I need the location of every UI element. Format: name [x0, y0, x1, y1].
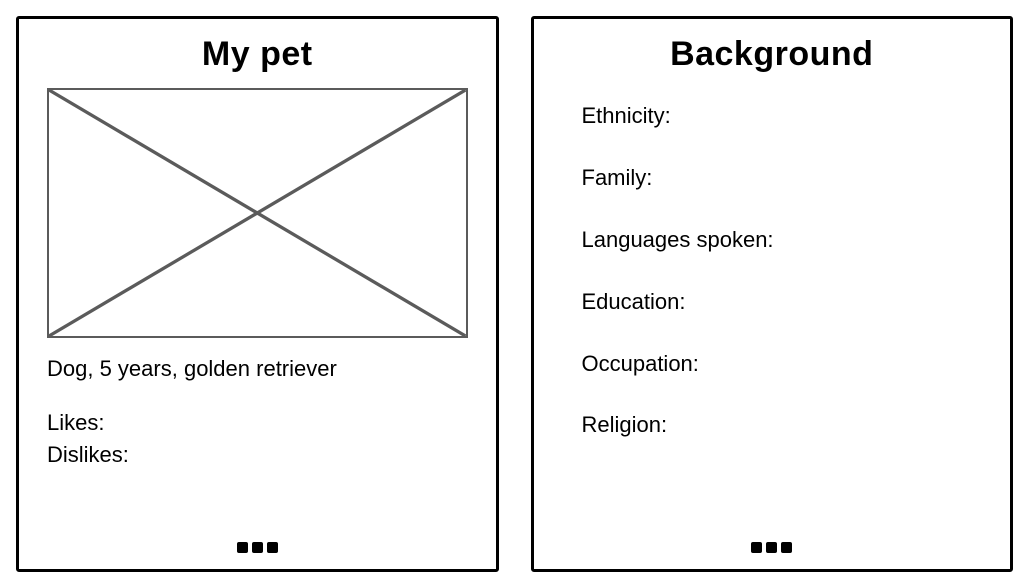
field-religion: Religion:: [582, 409, 973, 441]
dot-icon: [781, 542, 792, 553]
dot-icon: [252, 542, 263, 553]
pet-details-text: Dog, 5 years, golden retriever: [47, 352, 468, 385]
placeholder-x-icon: [49, 90, 466, 336]
pet-card-more-icon[interactable]: [47, 542, 468, 559]
dot-icon: [766, 542, 777, 553]
field-occupation: Occupation:: [582, 348, 973, 380]
background-fields-list: Ethnicity: Family: Languages spoken: Edu…: [562, 88, 983, 542]
background-card-title: Background: [562, 35, 983, 74]
background-card-more-icon[interactable]: [562, 542, 983, 559]
field-family: Family:: [582, 162, 973, 194]
field-education: Education:: [582, 286, 973, 318]
field-ethnicity: Ethnicity:: [582, 100, 973, 132]
background-card: Background Ethnicity: Family: Languages …: [531, 16, 1014, 572]
pet-card: My pet Dog, 5 years, golden retriever Li…: [16, 16, 499, 572]
pet-likes-label: Likes:: [47, 407, 468, 439]
pet-card-title: My pet: [47, 35, 468, 74]
dot-icon: [267, 542, 278, 553]
pet-dislikes-label: Dislikes:: [47, 439, 468, 471]
pet-image-placeholder[interactable]: [47, 88, 468, 338]
dot-icon: [751, 542, 762, 553]
field-languages: Languages spoken:: [582, 224, 973, 256]
dot-icon: [237, 542, 248, 553]
